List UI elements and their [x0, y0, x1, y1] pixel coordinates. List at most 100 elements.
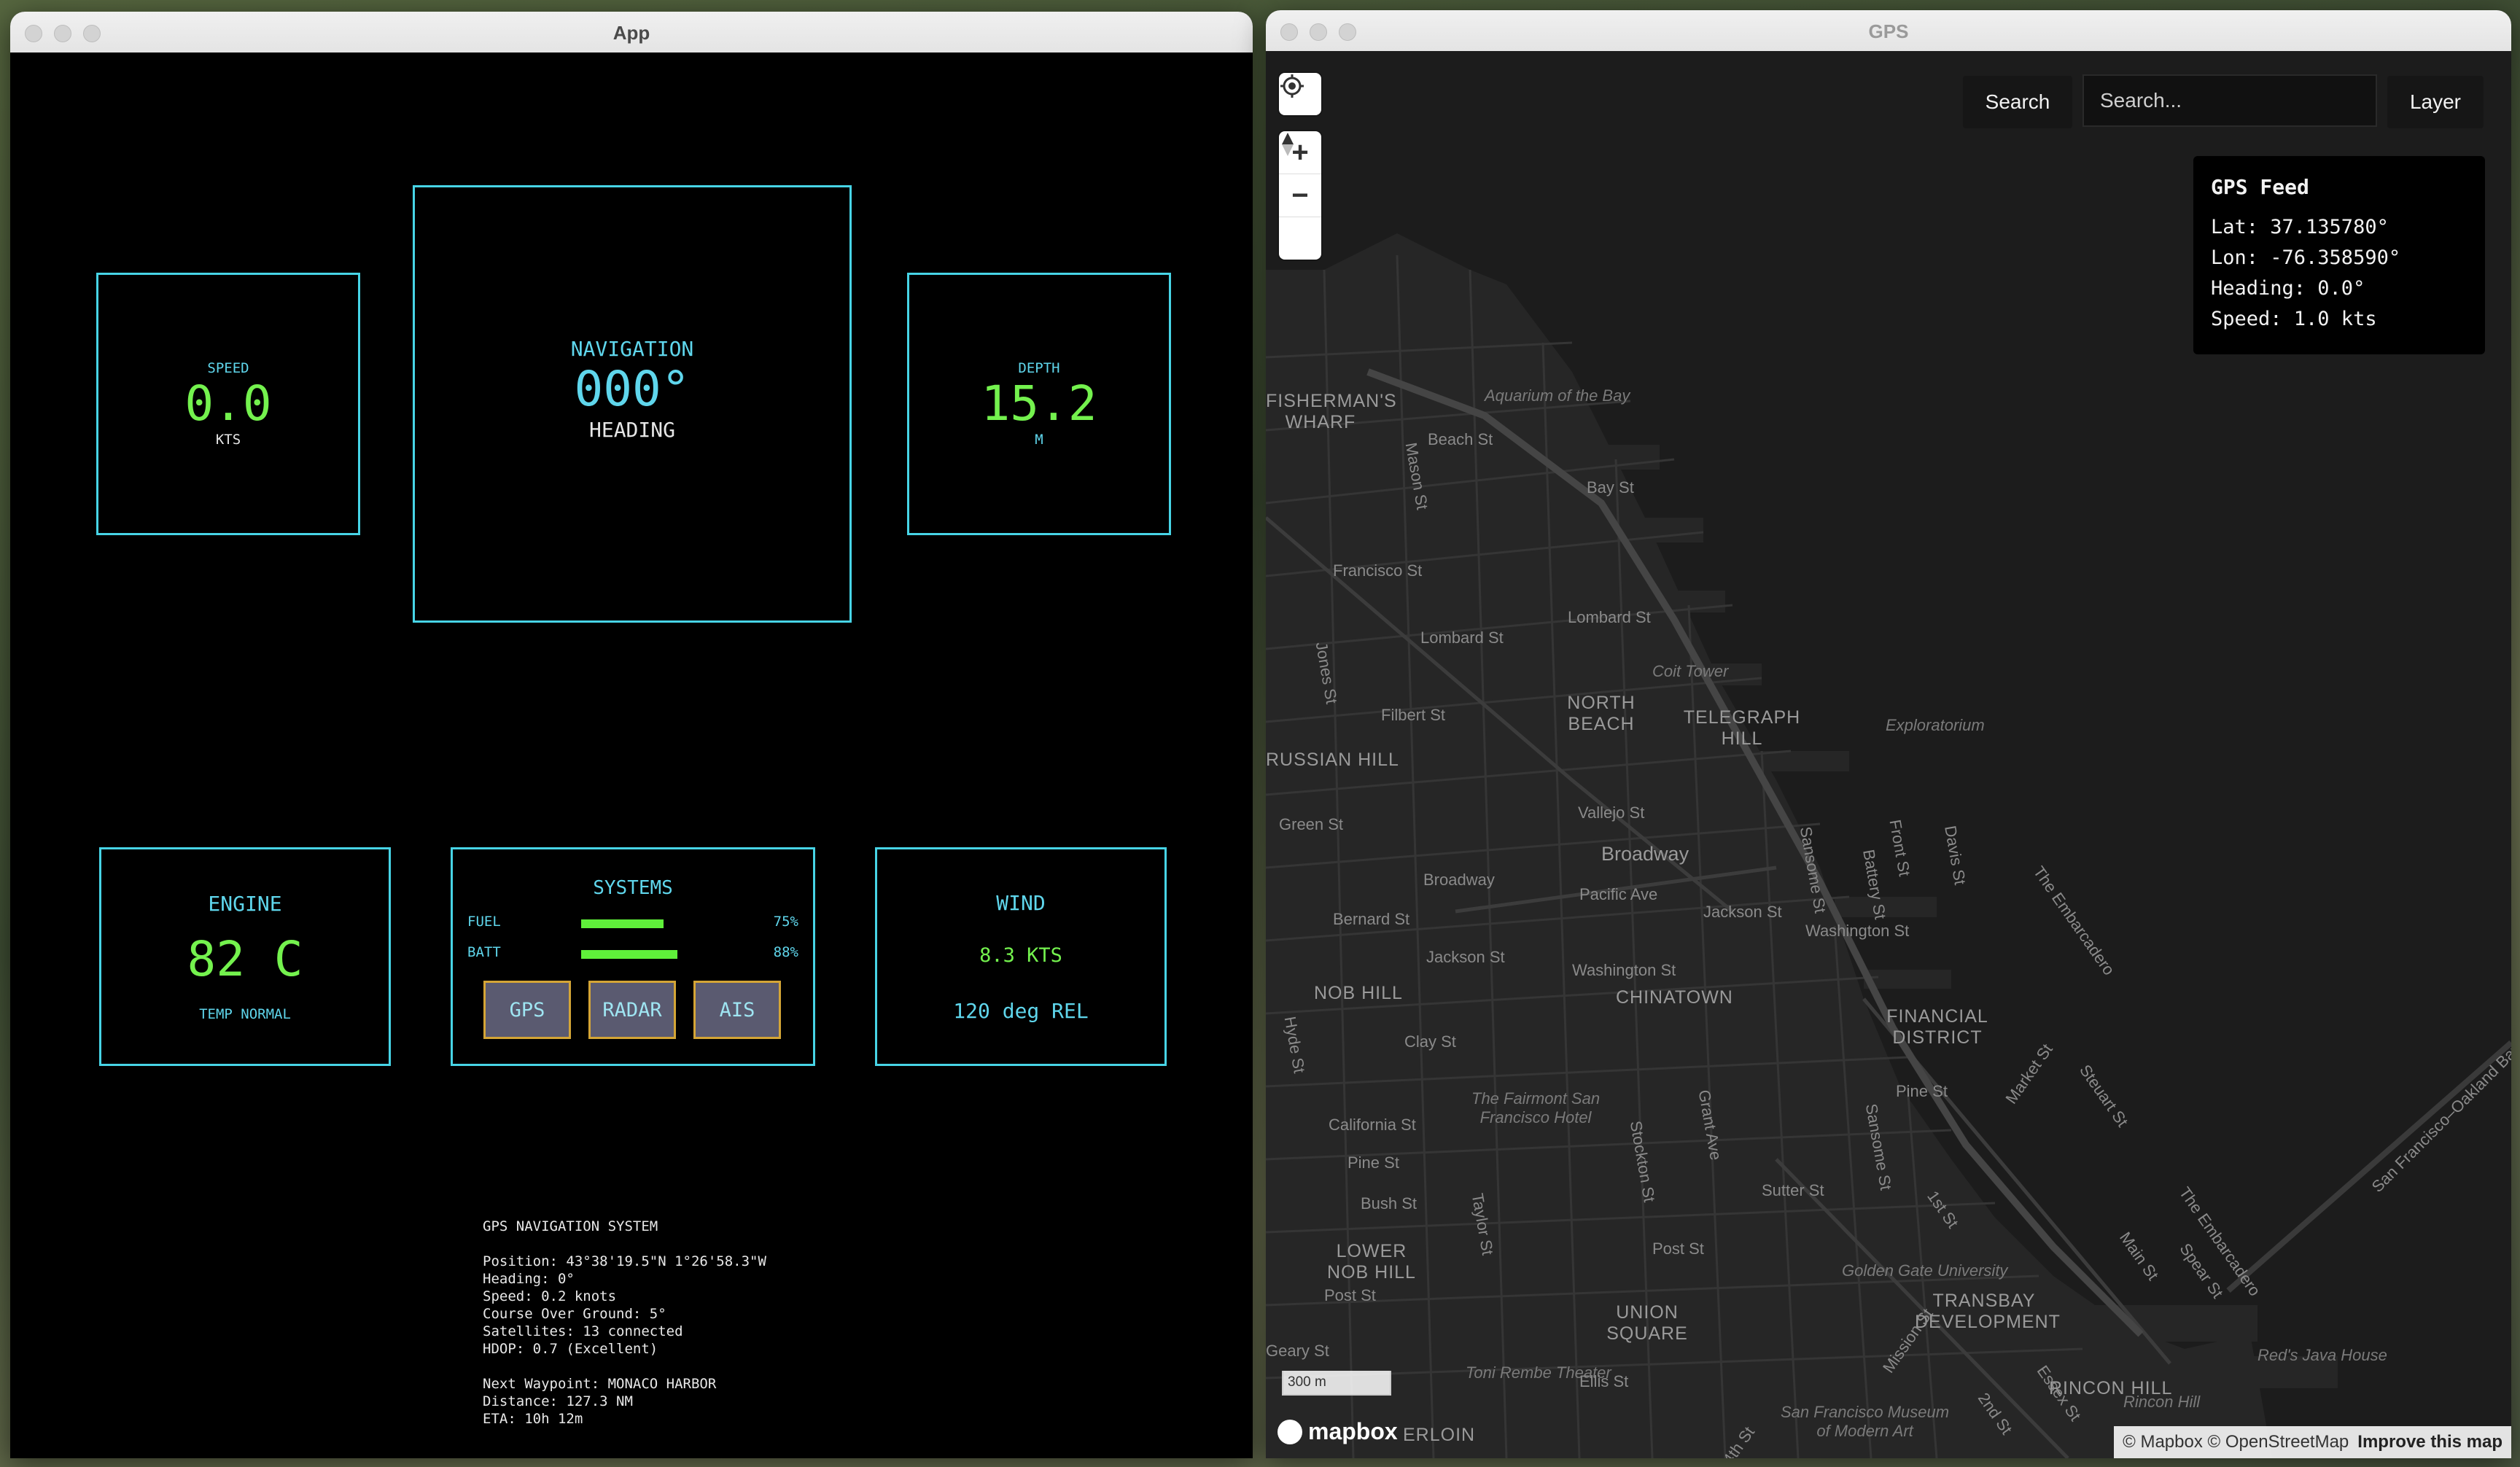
label-fishermans-wharf: FISHERMAN'S WHARF [1266, 391, 1397, 432]
geolocate-control[interactable] [1279, 73, 1321, 115]
speed-value: 0.0 [184, 375, 272, 432]
label-union-square: UNION SQUARE [1606, 1302, 1688, 1344]
app-window-title: App [612, 22, 650, 44]
label-exploratorium: Exploratorium [1886, 716, 1985, 734]
gps-feed-title: GPS Feed [2211, 175, 2309, 199]
gps-button[interactable]: GPS [483, 981, 571, 1039]
attribution-text[interactable]: © Mapbox © OpenStreetMap [2123, 1432, 2349, 1452]
street-jackson-1: Jackson St [1703, 903, 1782, 921]
wind-label: WIND [996, 890, 1046, 915]
street-lombard-2: Lombard St [1568, 608, 1651, 626]
mapbox-logo[interactable]: mapbox [1278, 1418, 1398, 1445]
speed-unit: KTS [215, 432, 241, 448]
app-window: App SPEED 0.0 KTS NAVIGATION 000° HEADIN… [10, 12, 1253, 1458]
street-lombard-1: Lombard St [1420, 629, 1504, 647]
status-speed: Speed: 0.2 knots [483, 1288, 617, 1304]
map-attribution: © Mapbox © OpenStreetMap Improve this ma… [2114, 1426, 2511, 1458]
speed-label: SPEED [207, 360, 249, 376]
gps-feed-panel: GPS Feed Lat: 37.135780° Lon: -76.358590… [2193, 156, 2485, 354]
label-rincon-hill-poi: Rincon Hill [2123, 1393, 2201, 1411]
label-lower-nob-hill: LOWER NOB HILL [1327, 1241, 1416, 1283]
status-satellites: Satellites: 13 connected [483, 1323, 683, 1339]
battery-level-bar [581, 950, 677, 959]
label-nob-hill: NOB HILL [1314, 983, 1403, 1003]
status-position: Position: 43°38'19.5"N 1°26'58.3"W [483, 1253, 766, 1269]
battery-row: BATT 88% [467, 944, 798, 966]
battery-label: BATT [467, 944, 501, 960]
compass-icon [1282, 133, 1294, 156]
zoom-controls: + − [1279, 131, 1321, 260]
label-financial-district: FINANCIAL DISTRICT [1886, 1006, 1988, 1048]
label-russian-hill: RUSSIAN HILL [1266, 750, 1399, 770]
heading-sub-label: HEADING [588, 418, 675, 442]
street-filbert: Filbert St [1381, 706, 1446, 724]
label-chinatown: CHINATOWN [1616, 987, 1733, 1008]
street-green: Green St [1279, 815, 1344, 833]
gps-feed-lat: Lat: 37.135780° [2211, 216, 2389, 238]
street-broadway-2: Broadway [1601, 843, 1689, 865]
fuel-label: FUEL [467, 914, 501, 930]
fuel-level-bar [581, 919, 664, 928]
label-coit-tower: Coit Tower [1652, 662, 1729, 680]
street-broadway-1: Broadway [1423, 871, 1495, 889]
gps-status-block: GPS NAVIGATION SYSTEM Position: 43°38'19.… [483, 1218, 766, 1428]
street-bernard: Bernard St [1333, 910, 1410, 928]
systems-label: SYSTEMS [593, 877, 673, 899]
search-button[interactable]: Search [1963, 76, 2072, 128]
street-pacific: Pacific Ave [1579, 885, 1658, 903]
street-sutter: Sutter St [1762, 1181, 1824, 1199]
dashboard: SPEED 0.0 KTS NAVIGATION 000° HEADING DE… [10, 52, 1253, 1458]
status-distance: Distance: 127.3 NM [483, 1393, 633, 1409]
status-title: GPS NAVIGATION SYSTEM [483, 1218, 658, 1234]
status-waypoint: Next Waypoint: MONACO HARBOR [483, 1376, 717, 1392]
depth-value: 15.2 [981, 375, 1097, 432]
wind-panel: WIND 8.3 KTS 120 deg REL [875, 847, 1167, 1066]
depth-label: DEPTH [1018, 360, 1060, 376]
map-scale-bar: 300 m [1282, 1371, 1391, 1396]
depth-panel: DEPTH 15.2 M [907, 273, 1171, 535]
speed-panel: SPEED 0.0 KTS [96, 273, 360, 535]
engine-temp-value: 82 C [187, 930, 303, 987]
navigation-label: NAVIGATION [570, 337, 694, 361]
layer-button[interactable]: Layer [2387, 76, 2484, 128]
battery-percent: 88% [773, 944, 798, 960]
radar-button[interactable]: RADAR [588, 981, 676, 1039]
street-francisco: Francisco St [1333, 561, 1423, 580]
status-hdop: HDOP: 0.7 (Excellent) [483, 1341, 658, 1357]
map-canvas[interactable]: FISHERMAN'S WHARF Aquarium of the Bay NO… [1266, 51, 2511, 1458]
label-sfmoma: San Francisco Museum of Modern Art [1781, 1403, 1950, 1440]
fuel-row: FUEL 75% [467, 914, 798, 935]
label-golden-gate-university: Golden Gate University [1842, 1261, 2008, 1280]
street-california: California St [1329, 1116, 1416, 1134]
engine-panel: ENGINE 82 C TEMP NORMAL [99, 847, 391, 1066]
ais-button[interactable]: AIS [693, 981, 781, 1039]
search-input[interactable] [2082, 74, 2377, 127]
engine-label: ENGINE [208, 891, 282, 916]
mapbox-logo-icon [1278, 1419, 1302, 1444]
street-bay: Bay St [1587, 478, 1634, 497]
label-transbay: TRANSBAY DEVELOPMENT [1915, 1291, 2061, 1332]
zoom-out-button[interactable]: − [1279, 174, 1321, 217]
street-beach: Beach St [1428, 430, 1493, 448]
geolocate-icon[interactable] [1279, 73, 1321, 115]
street-vallejo: Vallejo St [1578, 803, 1645, 822]
app-titlebar[interactable]: App [10, 12, 1253, 54]
label-reds-java: Red's Java House [2258, 1346, 2387, 1364]
compass-reset-button[interactable] [1279, 133, 1321, 260]
street-bush: Bush St [1361, 1194, 1418, 1213]
gps-window-title: GPS [1868, 20, 1909, 42]
navigation-panel: NAVIGATION 000° HEADING [413, 185, 852, 623]
label-north-beach: NORTH BEACH [1567, 693, 1636, 734]
street-ellis: Ellis St [1579, 1372, 1629, 1390]
street-pine-1: Pine St [1348, 1153, 1399, 1172]
depth-unit: M [1035, 432, 1043, 448]
street-post-1: Post St [1324, 1286, 1376, 1304]
street-post-2: Post St [1652, 1240, 1704, 1258]
street-geary: Geary St [1266, 1342, 1329, 1360]
gps-window: GPS FISHERMAN'S WHARF Aquarium of the Ba… [1266, 10, 2511, 1458]
label-telegraph-hill: TELEGRAPH HILL [1683, 707, 1801, 749]
gps-feed-speed: Speed: 1.0 kts [2211, 308, 2377, 330]
status-eta: ETA: 10h 12m [483, 1411, 583, 1427]
improve-map-link[interactable]: Improve this map [2357, 1432, 2502, 1452]
gps-titlebar[interactable]: GPS [1266, 10, 2511, 52]
